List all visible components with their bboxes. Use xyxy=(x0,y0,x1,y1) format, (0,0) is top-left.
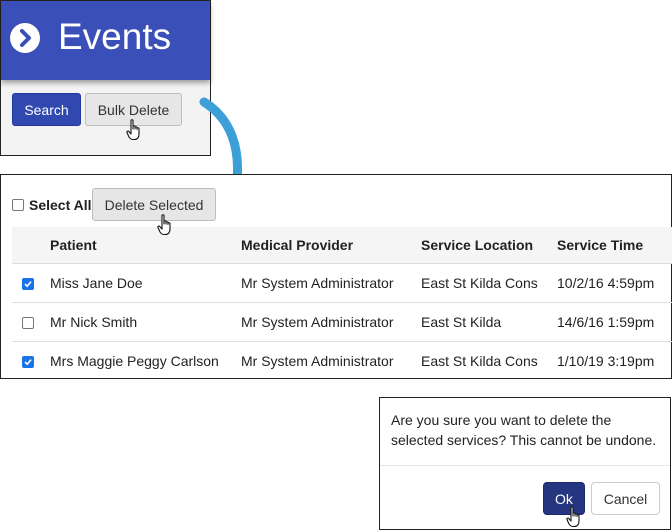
hand-cursor-icon xyxy=(157,214,171,236)
row-checkbox[interactable] xyxy=(22,278,34,291)
table-header-row: Patient Medical Provider Service Locatio… xyxy=(12,227,672,264)
hand-cursor-icon xyxy=(566,506,580,528)
table-row[interactable]: Miss Jane Doe Mr System Administrator Ea… xyxy=(12,263,672,303)
hand-cursor-icon xyxy=(126,119,140,141)
cell-patient: Mr Nick Smith xyxy=(50,302,241,342)
cell-provider: Mr System Administrator xyxy=(241,302,421,342)
select-all-checkbox[interactable] xyxy=(12,199,24,211)
cell-location: East St Kilda Cons xyxy=(421,353,538,369)
cell-location: East St Kilda xyxy=(421,302,557,342)
services-table: Patient Medical Provider Service Locatio… xyxy=(12,227,672,380)
select-all-label: Select All xyxy=(29,197,92,213)
search-button[interactable]: Search xyxy=(12,93,81,126)
cell-time: 14/6/16 1:59pm xyxy=(557,302,672,342)
column-header-time[interactable]: Service Time xyxy=(557,227,672,264)
dialog-divider xyxy=(380,465,670,466)
cell-time: 1/10/19 3:19pm xyxy=(557,353,655,369)
events-header-bar: Events xyxy=(1,1,210,80)
services-table-panel: Select All Delete Selected Patient Medic… xyxy=(0,174,672,379)
row-checkbox[interactable] xyxy=(22,317,34,330)
row-checkbox[interactable] xyxy=(22,356,34,369)
cell-location: East St Kilda Cons xyxy=(421,263,557,303)
dialog-message: Are you sure you want to delete the sele… xyxy=(391,412,657,448)
select-all-control[interactable]: Select All xyxy=(12,197,92,213)
cell-time: 10/2/16 4:59pm xyxy=(557,263,672,303)
cancel-button[interactable]: Cancel xyxy=(591,482,660,515)
table-row[interactable]: Mrs Maggie Peggy Carlson Mr System Admin… xyxy=(12,342,672,381)
table-row[interactable]: Mr Nick Smith Mr System Administrator Ea… xyxy=(12,302,672,342)
column-header-location[interactable]: Service Location xyxy=(421,227,557,264)
chevron-right-circle-icon[interactable] xyxy=(10,23,40,53)
cell-provider: Mr System Administrator xyxy=(241,263,421,303)
header-checkbox-cell xyxy=(12,227,50,264)
cell-patient: Mrs Maggie Peggy Carlson xyxy=(50,353,219,369)
cell-provider: Mr System Administrator xyxy=(241,353,394,369)
events-panel: Events Search Bulk Delete xyxy=(0,0,211,156)
page-title: Events xyxy=(58,16,172,57)
confirm-dialog: Are you sure you want to delete the sele… xyxy=(379,397,671,530)
column-header-provider[interactable]: Medical Provider xyxy=(241,227,421,264)
column-header-patient[interactable]: Patient xyxy=(50,227,241,264)
delete-selected-button[interactable]: Delete Selected xyxy=(92,188,216,221)
cell-patient: Miss Jane Doe xyxy=(50,263,241,303)
